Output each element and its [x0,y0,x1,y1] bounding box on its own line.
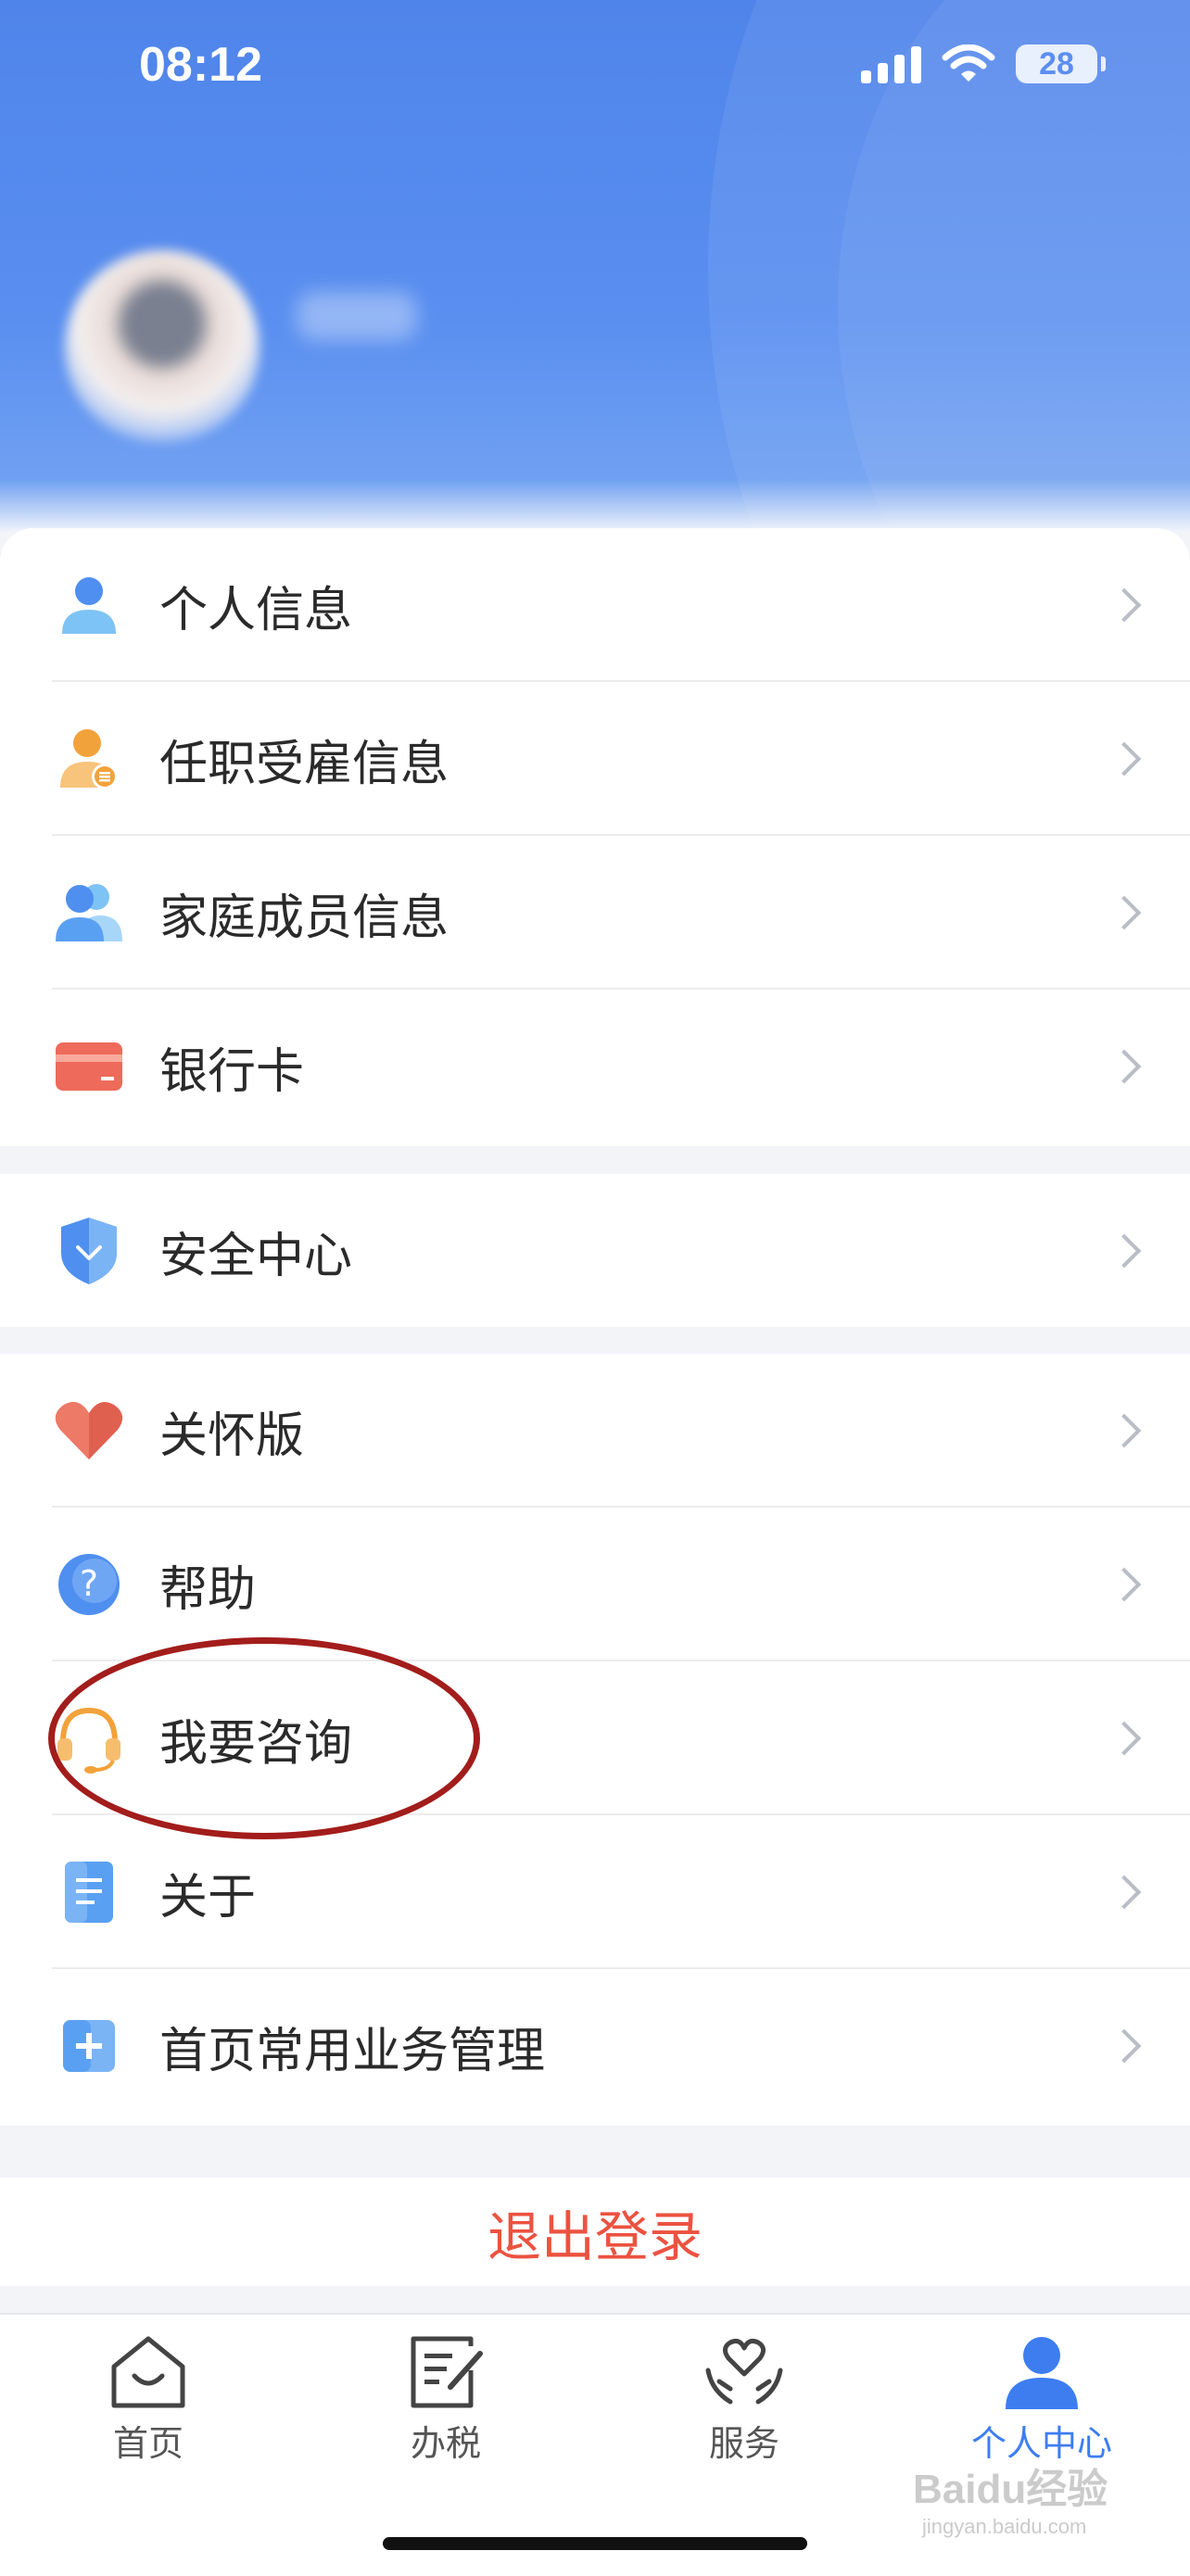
chevron-right-icon [1107,1049,1142,1084]
help-icon: ? [52,1547,126,1622]
menu-item-employment-info[interactable]: 任职受雇信息 [0,682,1190,836]
menu-item-label: 任职受雇信息 [159,736,449,792]
tab-label: 首页 [112,2423,184,2464]
personal-info-group: 个人信息 任职受雇信息 家庭成员信息 银行卡 [0,528,1190,1146]
chevron-right-icon [1107,1233,1142,1269]
tab-tax[interactable]: 办税 [353,2333,538,2466]
watermark-sub: jingyan.baidu.com [922,2515,1087,2538]
headset-icon [52,1701,126,1775]
profile-header: 08:12 28 [0,0,1190,533]
menu-item-bank-card[interactable]: 银行卡 [0,990,1190,1143]
chevron-right-icon [1107,741,1142,777]
shield-icon [52,1214,126,1288]
menu-item-label: 关于 [159,1869,257,1926]
service-heart-icon [705,2339,783,2405]
menu-item-label: 首页常用业务管理 [159,2023,546,2079]
menu-item-label: 我要咨询 [159,1715,353,1772]
chevron-right-icon [1107,587,1142,623]
watermark-text: Baidu经验 [913,2467,1108,2512]
person-icon [52,568,126,642]
menu-item-label: 关怀版 [159,1408,305,1464]
bank-card-icon [52,1029,126,1104]
menu-item-label: 银行卡 [159,1043,305,1100]
menu-item-about[interactable]: 关于 [0,1815,1190,1969]
menu-item-label: 家庭成员信息 [159,890,449,946]
logout-button[interactable]: 退出登录 [0,2178,1190,2286]
svg-text:?: ? [80,1563,98,1604]
menu-item-label: 个人信息 [159,582,353,638]
tab-label: 服务 [708,2423,779,2464]
security-group: 安全中心 [0,1174,1190,1327]
chevron-right-icon [1107,1567,1142,1602]
chevron-right-icon [1107,895,1142,930]
signal-icon [861,44,921,83]
menu-item-label: 安全中心 [159,1228,353,1284]
menu-item-security-center[interactable]: 安全中心 [0,1174,1190,1328]
tab-home[interactable]: 首页 [56,2333,241,2466]
menu-item-care-mode[interactable]: 关怀版 [0,1354,1190,1508]
menu-item-label: 帮助 [159,1561,257,1618]
watermark: Baidu经验 jingyan.baidu.com [913,2456,1108,2539]
menu-item-home-business-management[interactable]: 首页常用业务管理 [0,1969,1190,2123]
employment-icon [52,722,126,796]
tab-profile[interactable]: 个人中心 [949,2333,1134,2466]
username [297,292,417,340]
logout-label: 退出登录 [487,2204,703,2268]
tab-label: 办税 [410,2423,481,2464]
add-square-icon [52,2009,126,2083]
avatar[interactable] [65,250,260,445]
settings-group: 关怀版 ? 帮助 我要咨询 关于 首页常用业务管理 [0,1354,1190,2126]
menu-item-personal-info[interactable]: 个人信息 [0,528,1190,682]
status-icons: 28 [861,44,1106,83]
tab-service[interactable]: 服务 [652,2333,837,2466]
home-icon [111,2336,185,2408]
menu-item-consult[interactable]: 我要咨询 [0,1661,1190,1815]
family-icon [52,876,126,950]
chevron-right-icon [1107,1721,1142,1756]
tax-edit-icon [411,2336,483,2408]
user-center-icon [1006,2337,1078,2409]
home-indicator[interactable] [383,2537,807,2550]
chevron-right-icon [1107,1413,1142,1448]
battery-indicator: 28 [1016,44,1106,83]
chevron-right-icon [1107,2028,1142,2064]
status-time: 08:12 [139,38,262,92]
menu-item-help[interactable]: ? 帮助 [0,1508,1190,1661]
document-icon [52,1855,126,1929]
wifi-icon [942,44,995,82]
heart-icon [52,1394,126,1468]
menu-item-family-info[interactable]: 家庭成员信息 [0,836,1190,990]
chevron-right-icon [1107,1875,1142,1910]
